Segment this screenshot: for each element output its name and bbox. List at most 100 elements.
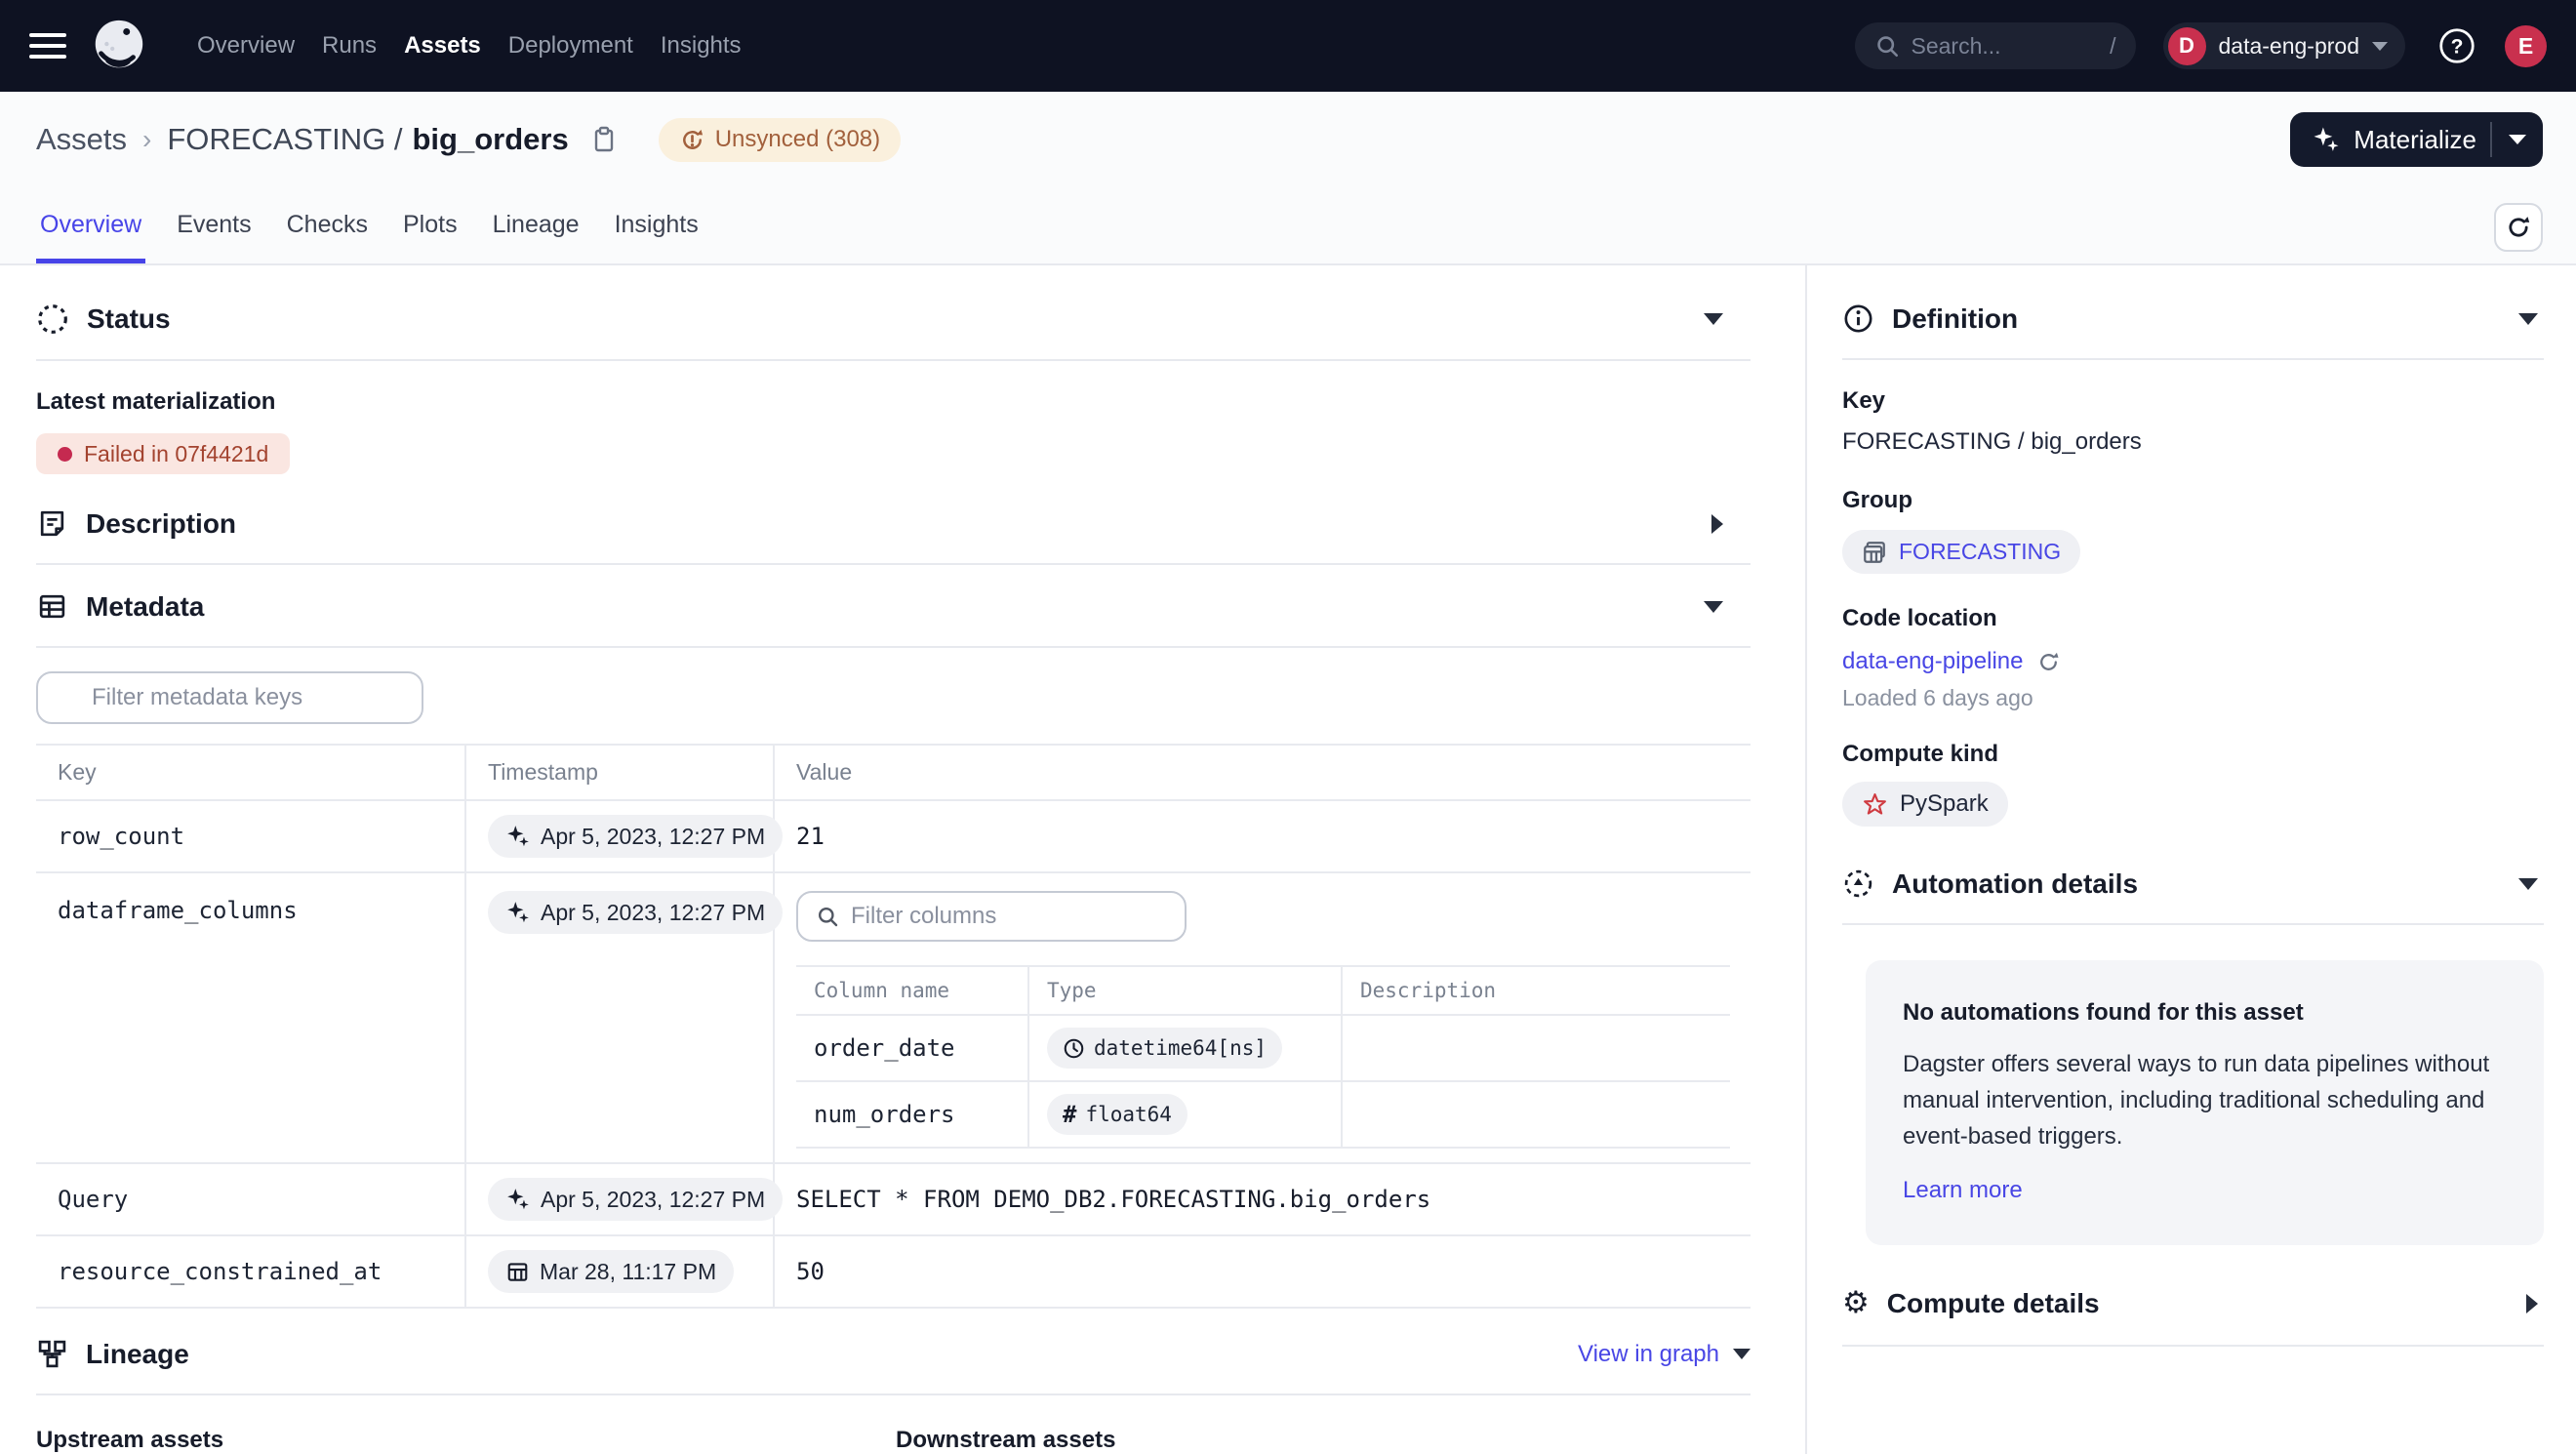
section-title: Automation details xyxy=(1892,868,2138,900)
nav-link-deployment[interactable]: Deployment xyxy=(508,32,633,60)
compute-kind-name: PySpark xyxy=(1900,790,1989,818)
nav-right: / D data-eng-prod ? E xyxy=(1855,22,2548,69)
table-row: order_date datetime64[ns] xyxy=(796,1015,1730,1081)
metadata-filter[interactable] xyxy=(36,671,423,724)
deployment-initial-badge: D xyxy=(2168,27,2206,65)
tab-checks[interactable]: Checks xyxy=(283,211,372,263)
global-search[interactable]: / xyxy=(1855,22,2136,69)
asset-header: Assets › FORECASTING / big_orders Unsync… xyxy=(0,92,2576,265)
menu-icon[interactable] xyxy=(29,33,66,59)
code-location-link[interactable]: data-eng-pipeline xyxy=(1842,648,2023,675)
nav-link-overview[interactable]: Overview xyxy=(197,32,295,60)
automation-section-header[interactable]: Automation details xyxy=(1842,848,2544,925)
section-title: Definition xyxy=(1892,303,2018,335)
gear-icon: ⚙ xyxy=(1842,1288,1870,1318)
expand-icon[interactable] xyxy=(1711,514,1723,534)
compute-kind-badge[interactable]: PySpark xyxy=(1842,782,2008,827)
column-header-timestamp: Timestamp xyxy=(465,745,774,800)
section-title: Status xyxy=(87,303,171,335)
dataframe-columns-table: Column name Type Description order_date … xyxy=(796,965,1730,1149)
info-icon xyxy=(1842,303,1874,335)
reload-icon[interactable] xyxy=(2036,650,2061,674)
definition-section-header[interactable]: Definition xyxy=(1842,265,2544,360)
sparkle-icon xyxy=(505,824,531,849)
column-name: order_date xyxy=(796,1015,1028,1081)
tab-events[interactable]: Events xyxy=(173,211,255,263)
timestamp-badge[interactable]: Apr 5, 2023, 12:27 PM xyxy=(488,891,783,934)
refresh-button[interactable] xyxy=(2494,203,2543,252)
column-header-key: Key xyxy=(36,745,465,800)
collapse-icon[interactable] xyxy=(2518,313,2538,325)
section-title: Metadata xyxy=(86,591,204,623)
failed-run-badge[interactable]: Failed in 07f4421d xyxy=(36,433,290,474)
nav-link-assets[interactable]: Assets xyxy=(404,32,481,60)
no-automations-card: No automations found for this asset Dags… xyxy=(1866,960,2544,1245)
materialize-options-button[interactable] xyxy=(2492,112,2543,167)
failed-run-label: Failed in 07f4421d xyxy=(84,441,268,467)
breadcrumb-assets-link[interactable]: Assets xyxy=(36,122,127,157)
timestamp-badge[interactable]: Mar 28, 11:17 PM xyxy=(488,1250,734,1293)
type-label: datetime64[ns] xyxy=(1094,1036,1267,1060)
deployment-name: data-eng-prod xyxy=(2219,33,2360,60)
expand-icon[interactable] xyxy=(2526,1294,2538,1313)
column-name: num_orders xyxy=(796,1081,1028,1148)
collapse-icon[interactable] xyxy=(1704,601,1723,613)
view-in-graph-button[interactable]: View in graph xyxy=(1578,1341,1751,1368)
downstream-assets: Downstream assets – xyxy=(896,1427,1115,1454)
dagster-logo-icon[interactable] xyxy=(88,16,148,76)
learn-more-link[interactable]: Learn more xyxy=(1903,1177,2023,1204)
table-row: Query Apr 5, 2023, 12:27 PM SELECT * FRO… xyxy=(36,1163,1751,1235)
status-section-header[interactable]: Status xyxy=(36,265,1751,361)
primary-nav: Overview Runs Assets Deployment Insights xyxy=(197,32,742,60)
description-section-header[interactable]: Description xyxy=(36,504,1751,565)
asset-tabs: Overview Events Checks Plots Lineage Ins… xyxy=(36,211,703,263)
collapse-icon[interactable] xyxy=(1704,313,1723,325)
timestamp-badge[interactable]: Apr 5, 2023, 12:27 PM xyxy=(488,815,783,858)
collapse-icon[interactable] xyxy=(2518,878,2538,890)
tab-overview[interactable]: Overview xyxy=(36,211,145,263)
timestamp-badge[interactable]: Apr 5, 2023, 12:27 PM xyxy=(488,1178,783,1221)
deployment-switcher[interactable]: D data-eng-prod xyxy=(2163,22,2406,69)
grid-icon xyxy=(1862,540,1887,565)
nav-link-insights[interactable]: Insights xyxy=(661,32,742,60)
tab-lineage[interactable]: Lineage xyxy=(489,211,584,263)
nav-link-runs[interactable]: Runs xyxy=(322,32,377,60)
chevron-down-icon xyxy=(2372,42,2388,51)
section-title: Lineage xyxy=(86,1339,189,1370)
refresh-icon xyxy=(2505,214,2532,241)
compute-details-section-header[interactable]: ⚙ Compute details xyxy=(1842,1259,2544,1347)
metadata-filter-input[interactable] xyxy=(92,684,404,711)
tab-insights[interactable]: Insights xyxy=(611,211,703,263)
section-title: Description xyxy=(86,508,236,540)
tab-plots[interactable]: Plots xyxy=(399,211,462,263)
lineage-section-header: Lineage View in graph xyxy=(36,1309,1751,1395)
svg-text:?: ? xyxy=(2451,35,2464,58)
page-title: big_orders xyxy=(413,122,569,157)
breadcrumb-separator: › xyxy=(142,124,151,155)
group-label: Group xyxy=(1842,487,2544,514)
group-link-badge[interactable]: FORECASTING xyxy=(1842,530,2080,574)
breadcrumb-group: FORECASTING / xyxy=(167,122,402,157)
columns-filter-input[interactable] xyxy=(851,903,1167,930)
materialize-button[interactable]: Materialize xyxy=(2290,112,2490,167)
search-input[interactable] xyxy=(1912,33,2099,60)
metadata-key: Query xyxy=(36,1163,465,1235)
copy-icon[interactable] xyxy=(588,124,620,155)
star-icon xyxy=(1862,791,1888,818)
lineage-icon xyxy=(36,1338,68,1370)
timestamp-label: Apr 5, 2023, 12:27 PM xyxy=(541,900,765,926)
metadata-table: Key Timestamp Value row_count Apr 5, 202… xyxy=(36,744,1751,1309)
automation-icon xyxy=(1842,868,1874,900)
top-nav: Overview Runs Assets Deployment Insights… xyxy=(0,0,2576,92)
user-avatar[interactable]: E xyxy=(2505,25,2547,67)
timestamp-label: Apr 5, 2023, 12:27 PM xyxy=(541,1187,765,1213)
sparkle-icon xyxy=(505,900,531,925)
table-icon xyxy=(36,590,68,623)
help-icon[interactable]: ? xyxy=(2436,25,2477,66)
section-title: Compute details xyxy=(1887,1288,2100,1319)
unsynced-badge[interactable]: Unsynced (308) xyxy=(659,118,901,162)
table-row: num_orders # float64 xyxy=(796,1081,1730,1148)
columns-filter[interactable] xyxy=(796,891,1187,942)
metadata-section-header[interactable]: Metadata xyxy=(36,565,1751,648)
type-badge: # float64 xyxy=(1047,1094,1187,1135)
